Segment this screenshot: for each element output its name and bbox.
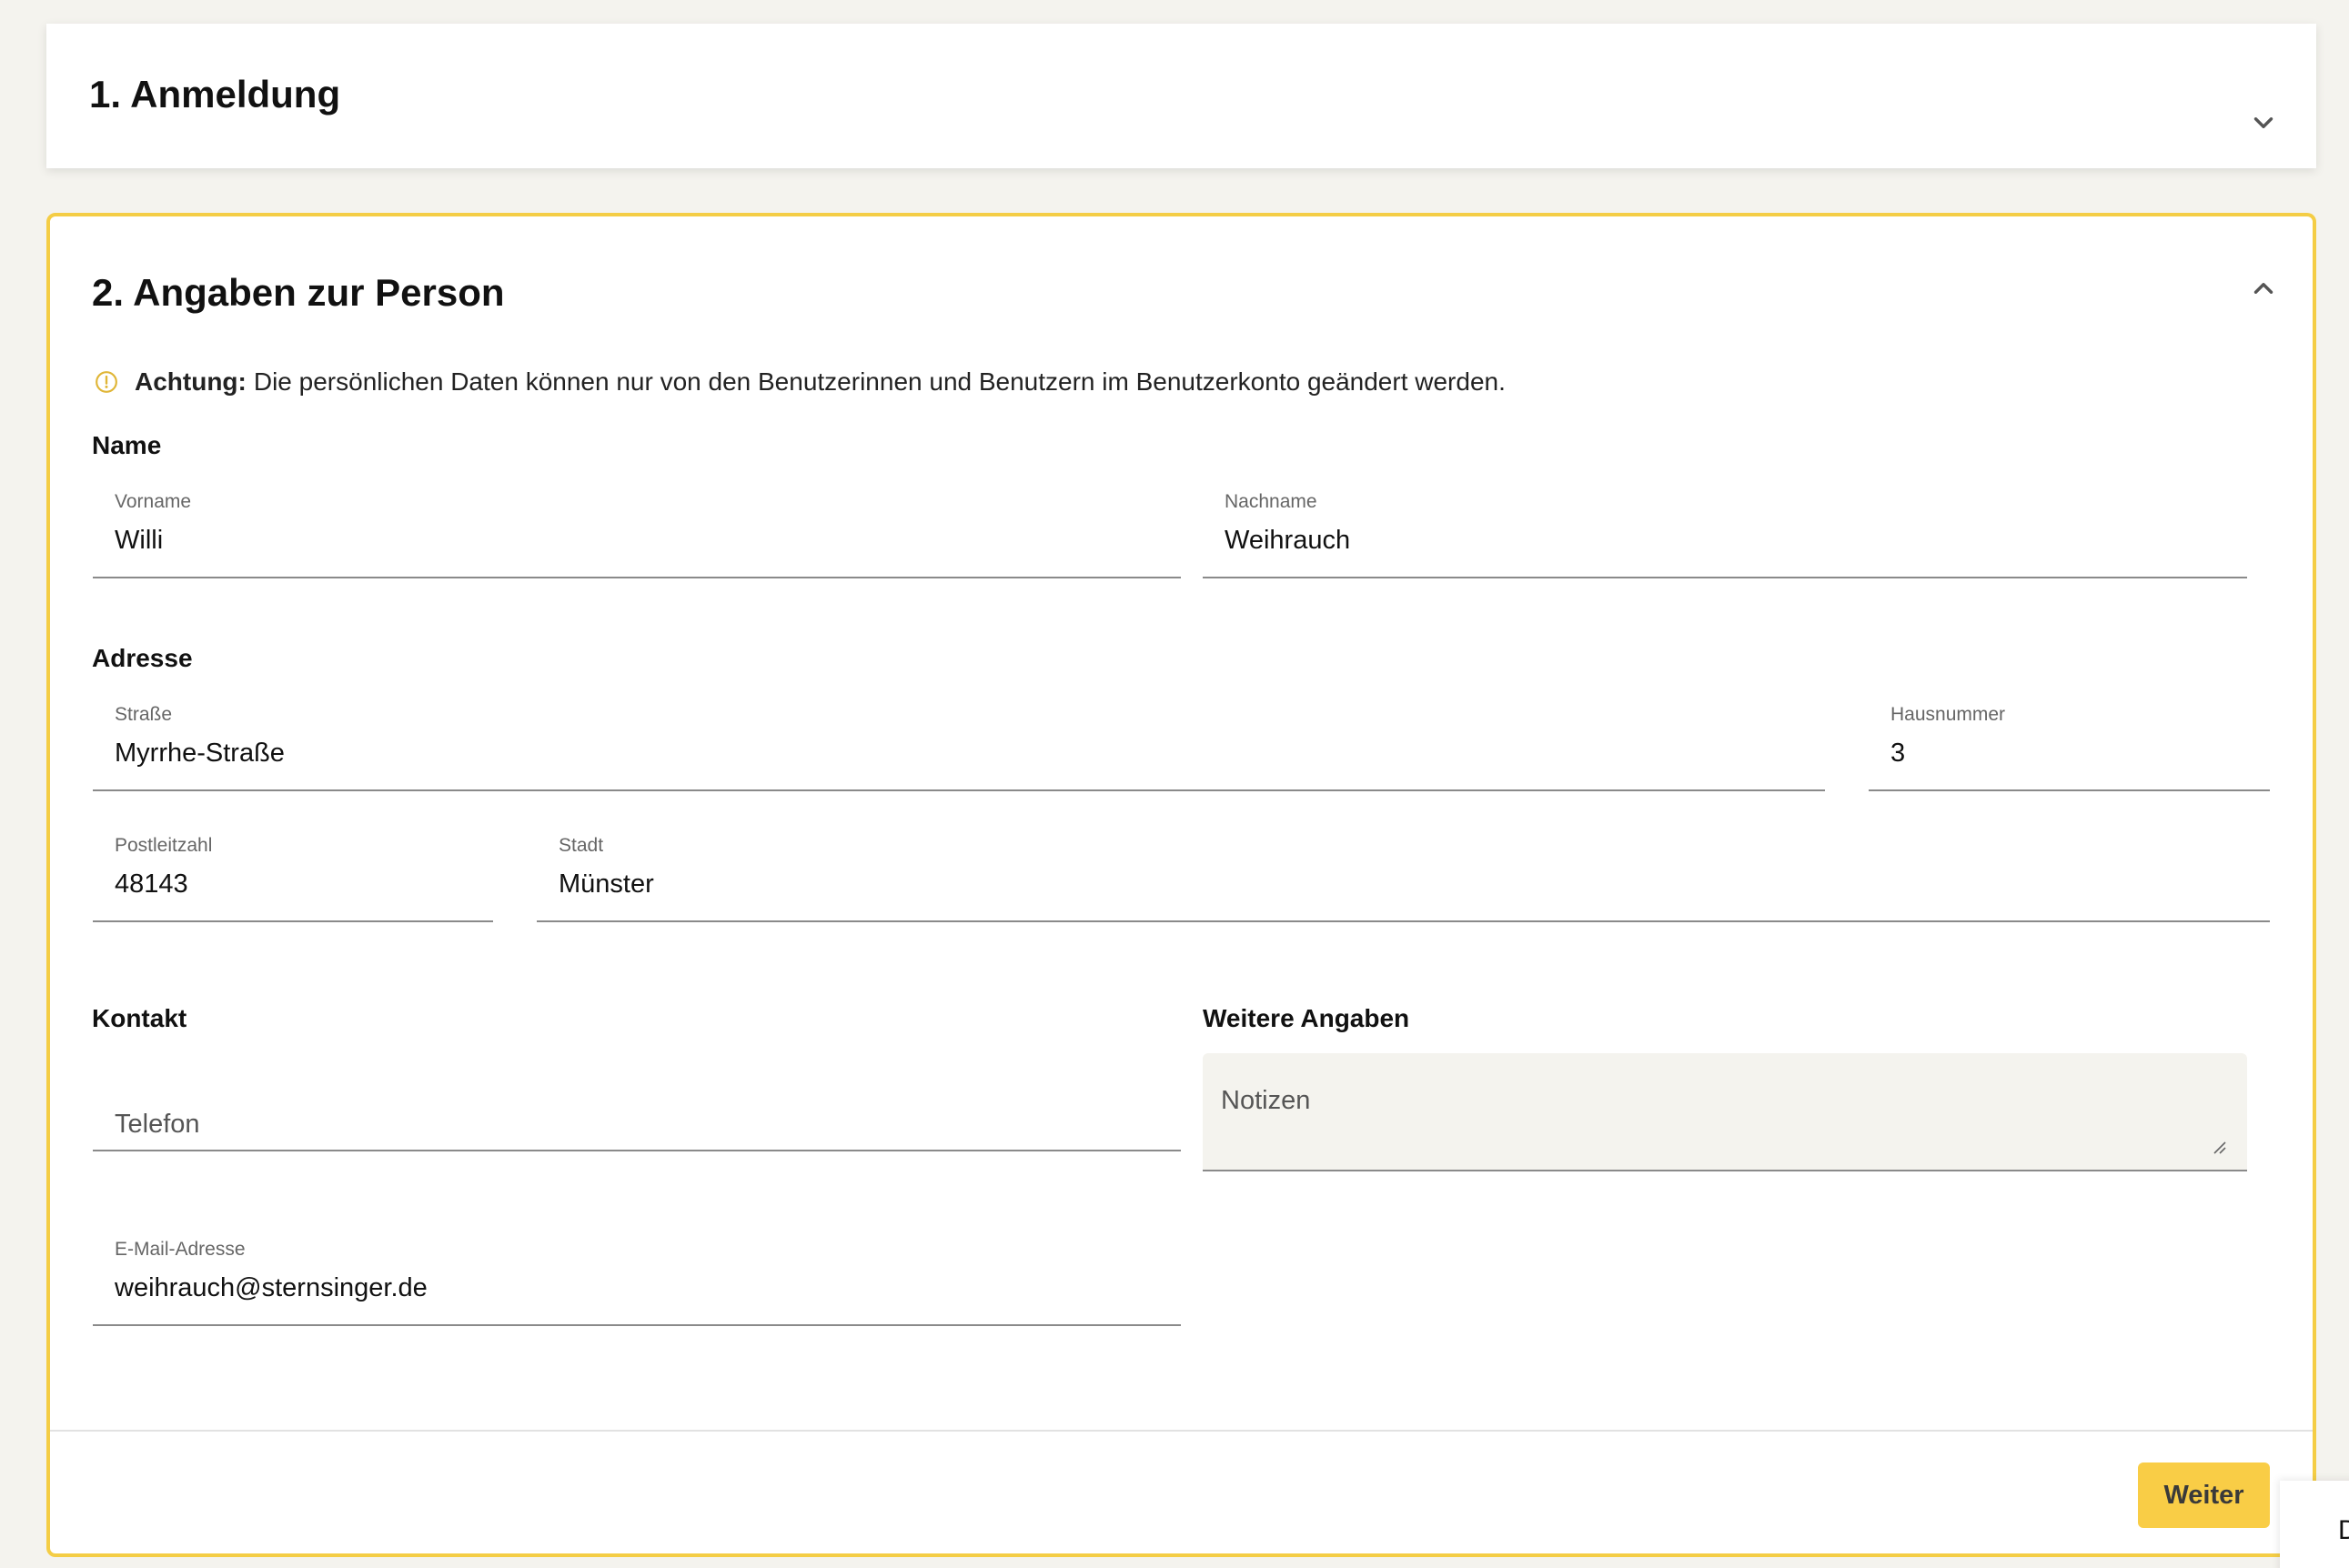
field-value: 3 bbox=[1890, 739, 1906, 768]
corner-popup[interactable]: D bbox=[2280, 1481, 2349, 1568]
chevron-up-icon[interactable] bbox=[2248, 273, 2279, 304]
field-value: 48143 bbox=[115, 869, 188, 899]
email-field[interactable]: E-Mail-Adresse weihrauch@sternsinger.de bbox=[93, 1239, 1181, 1326]
strasse-field[interactable]: Straße Myrrhe-Straße bbox=[93, 704, 1825, 791]
section-angaben-zur-person: 2. Angaben zur Person Achtung: Die persö… bbox=[46, 213, 2316, 1557]
resize-handle-icon[interactable] bbox=[2211, 1139, 2227, 1155]
group-label-address: Adresse bbox=[92, 644, 193, 672]
telefon-field[interactable]: Telefon bbox=[93, 1064, 1181, 1151]
footer-divider bbox=[50, 1430, 2313, 1432]
field-label: Stadt bbox=[559, 835, 604, 856]
hausnummer-field[interactable]: Hausnummer 3 bbox=[1869, 704, 2270, 791]
field-label: E-Mail-Adresse bbox=[115, 1239, 246, 1260]
page: 1. Anmeldung 2. Angaben zur Person Achtu… bbox=[0, 0, 2349, 1568]
field-placeholder: Notizen bbox=[1221, 1086, 1311, 1115]
nachname-field[interactable]: Nachname Weihrauch bbox=[1203, 491, 2247, 578]
field-label: Postleitzahl bbox=[115, 835, 213, 856]
notizen-textarea[interactable]: Notizen bbox=[1203, 1053, 2247, 1171]
section-anmeldung[interactable]: 1. Anmeldung bbox=[46, 24, 2316, 168]
field-label: Nachname bbox=[1225, 491, 1317, 512]
weiter-button[interactable]: Weiter bbox=[2138, 1462, 2270, 1528]
field-label: Straße bbox=[115, 704, 173, 725]
vorname-field[interactable]: Vorname Willi bbox=[93, 491, 1181, 578]
corner-text: D bbox=[2338, 1515, 2349, 1545]
field-label: Hausnummer bbox=[1890, 704, 2006, 725]
field-placeholder: Telefon bbox=[115, 1110, 200, 1139]
field-label: Vorname bbox=[115, 491, 192, 512]
stadt-field[interactable]: Stadt Münster bbox=[537, 835, 2270, 922]
group-label-name: Name bbox=[92, 431, 162, 459]
section-title: 2. Angaben zur Person bbox=[92, 271, 505, 314]
section-title: 1. Anmeldung bbox=[89, 73, 341, 116]
group-label-contact: Kontakt bbox=[92, 1004, 187, 1032]
field-value: weihrauch@sternsinger.de bbox=[115, 1273, 428, 1302]
field-value: Myrrhe-Straße bbox=[115, 739, 285, 768]
field-value: Weihrauch bbox=[1225, 526, 1351, 555]
warning-notice: Achtung: Die persönlichen Daten können n… bbox=[95, 367, 1506, 397]
chevron-down-icon[interactable] bbox=[2248, 107, 2279, 138]
field-value: Münster bbox=[559, 869, 654, 899]
notice-strong: Achtung: bbox=[135, 367, 247, 396]
plz-field[interactable]: Postleitzahl 48143 bbox=[93, 835, 493, 922]
field-value: Willi bbox=[115, 526, 164, 555]
notice-text: Die persönlichen Daten können nur von de… bbox=[253, 367, 1506, 396]
group-label-more: Weitere Angaben bbox=[1203, 1004, 1410, 1032]
warning-circle-icon bbox=[96, 371, 117, 393]
